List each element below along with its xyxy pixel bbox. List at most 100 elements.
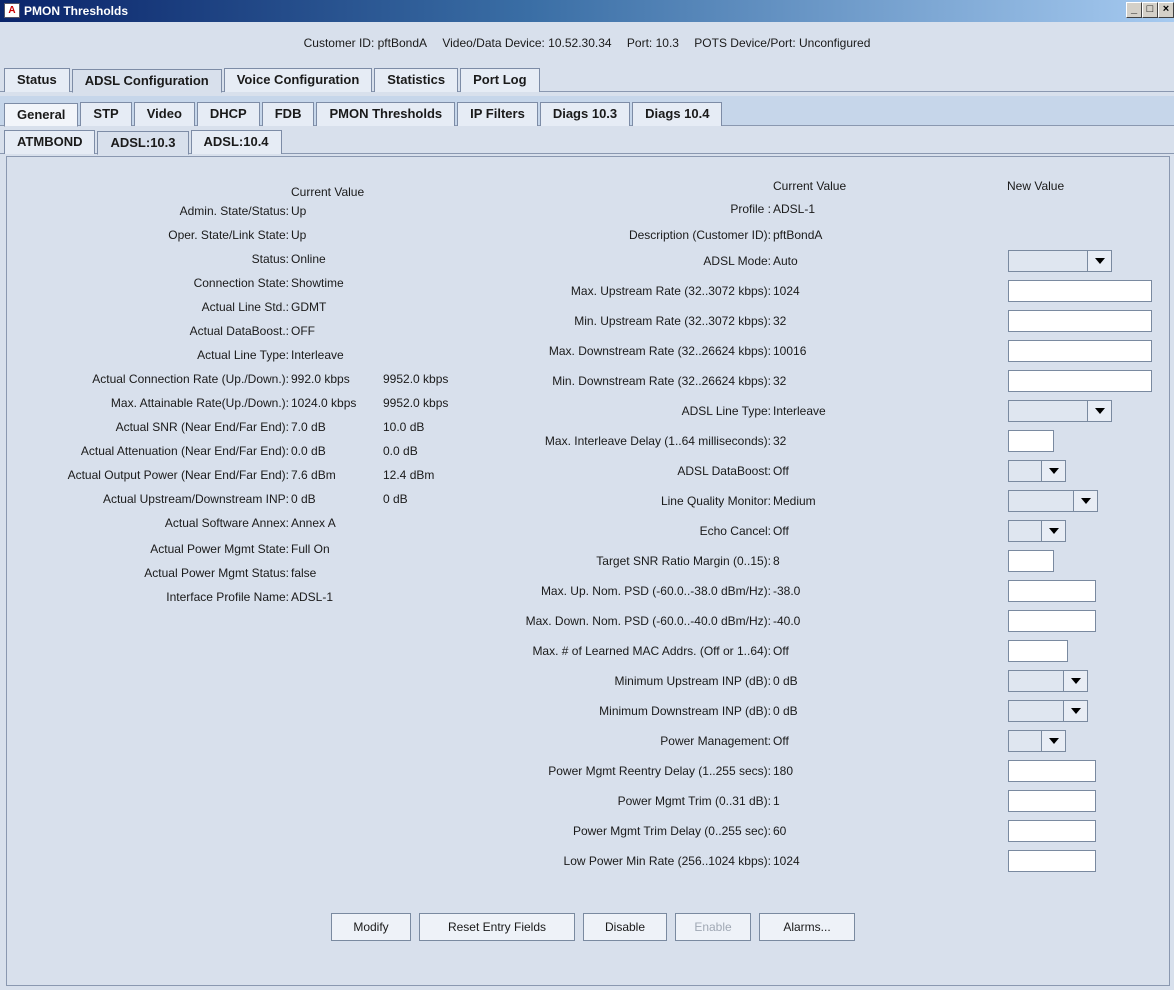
reset-entry-fields-button[interactable]: Reset Entry Fields — [419, 913, 575, 941]
config-label: ADSL DataBoost: — [677, 464, 771, 478]
minimize-button[interactable]: _ — [1126, 2, 1142, 18]
subtab-diags-10-4[interactable]: Diags 10.4 — [632, 102, 723, 126]
subtab-general[interactable]: General — [4, 103, 79, 127]
new-value-input[interactable] — [1008, 610, 1096, 632]
config-current-value: 60 — [773, 824, 787, 838]
config-label: Min. Downstream Rate (32..26624 kbps): — [552, 374, 771, 388]
config-current-value: 32 — [773, 314, 787, 328]
config-label: ADSL Line Type: — [681, 404, 771, 418]
chevron-down-icon[interactable] — [1063, 671, 1087, 691]
port-tab-adsl-10-3[interactable]: ADSL:10.3 — [97, 131, 189, 155]
chevron-down-icon[interactable] — [1063, 701, 1087, 721]
new-value-dropdown[interactable] — [1008, 400, 1112, 422]
chevron-down-icon[interactable] — [1041, 731, 1065, 751]
alarms-button[interactable]: Alarms... — [759, 913, 855, 941]
enable-button[interactable]: Enable — [675, 913, 751, 941]
tab-voice-configuration[interactable]: Voice Configuration — [223, 68, 373, 92]
subtab-ip-filters[interactable]: IP Filters — [457, 102, 538, 126]
new-value-dropdown[interactable] — [1008, 490, 1098, 512]
config-row: Max. Downstream Rate (32..26624 kbps): — [427, 341, 771, 361]
subtab-stp[interactable]: STP — [80, 102, 132, 126]
new-value-input[interactable] — [1008, 640, 1068, 662]
new-value-dropdown[interactable] — [1008, 460, 1066, 482]
status-row: Actual Line Std.: — [7, 297, 289, 317]
status-row: Actual Output Power (Near End/Far End): — [7, 465, 289, 485]
config-current-value: ADSL-1 — [773, 202, 816, 216]
new-value-dropdown[interactable] — [1008, 670, 1088, 692]
chevron-down-icon[interactable] — [1041, 521, 1065, 541]
config-row: Minimum Upstream INP (dB): — [427, 671, 771, 691]
tab-statistics[interactable]: Statistics — [374, 68, 459, 92]
new-value-input[interactable] — [1008, 760, 1096, 782]
config-row: Description (Customer ID): — [427, 225, 771, 245]
config-current-value: Auto — [773, 254, 798, 268]
modify-button[interactable]: Modify — [331, 913, 411, 941]
config-current-value: -40.0 — [773, 614, 801, 628]
status-label: Actual Power Mgmt State: — [150, 542, 289, 556]
config-label: Target SNR Ratio Margin (0..15): — [596, 554, 771, 568]
new-value-input[interactable] — [1008, 550, 1054, 572]
port-tab-atmbond[interactable]: ATMBOND — [4, 130, 96, 154]
config-current-value: 1024 — [773, 854, 800, 868]
config-current-value: 32 — [773, 374, 787, 388]
tab-port-log[interactable]: Port Log — [460, 68, 540, 92]
new-value-input[interactable] — [1008, 820, 1096, 842]
close-button[interactable]: × — [1158, 2, 1174, 18]
status-label: Actual Line Type: — [197, 348, 289, 362]
new-value-input[interactable] — [1008, 580, 1096, 602]
status-label: Actual SNR (Near End/Far End): — [115, 420, 289, 434]
subtab-pmon-thresholds[interactable]: PMON Thresholds — [316, 102, 456, 126]
new-value-input[interactable] — [1008, 310, 1152, 332]
new-value-dropdown[interactable] — [1008, 520, 1066, 542]
chevron-down-icon[interactable] — [1087, 251, 1111, 271]
new-value-input[interactable] — [1008, 430, 1054, 452]
config-row: Max. # of Learned MAC Addrs. (Off or 1..… — [427, 641, 771, 661]
config-label: Max. Up. Nom. PSD (-60.0..-38.0 dBm/Hz): — [540, 584, 771, 598]
status-row: Actual Software Annex: — [7, 513, 289, 533]
chevron-down-icon[interactable] — [1087, 401, 1111, 421]
new-value-dropdown[interactable] — [1008, 250, 1112, 272]
tab-status[interactable]: Status — [4, 68, 70, 92]
adsl-config-panel: Current Value Admin. State/Status: Up Oper… — [6, 156, 1170, 986]
status-label: Actual Upstream/Downstream INP: — [102, 492, 289, 506]
config-current-value: 180 — [773, 764, 794, 778]
status-row: Actual Line Type: — [7, 345, 289, 365]
config-label: Min. Upstream Rate (32..3072 kbps): — [574, 314, 771, 328]
new-value-input[interactable] — [1008, 340, 1152, 362]
status-value: 7.6 dBm — [291, 468, 336, 482]
disable-button[interactable]: Disable — [583, 913, 667, 941]
config-label: Max. Interleave Delay (1..64 millisecond… — [544, 434, 771, 448]
tab-adsl-configuration[interactable]: ADSL Configuration — [71, 69, 222, 93]
config-label: Power Mgmt Trim Delay (0..255 sec): — [572, 824, 771, 838]
status-value: 1024.0 kbps — [291, 396, 357, 410]
new-value-input[interactable] — [1008, 850, 1096, 872]
pots-info: POTS Device/Port: Unconfigured — [694, 36, 871, 50]
port-tab-adsl-10-4[interactable]: ADSL:10.4 — [190, 130, 282, 154]
maximize-button[interactable]: □ — [1142, 2, 1158, 18]
subtab-fdb[interactable]: FDB — [261, 102, 315, 126]
status-label: Actual Connection Rate (Up./Down.): — [92, 372, 289, 386]
new-value-input[interactable] — [1008, 280, 1152, 302]
new-value-dropdown[interactable] — [1008, 700, 1088, 722]
action-button-bar: Modify Reset Entry Fields Disable Enable Ala… — [331, 913, 871, 943]
status-value: Online — [291, 252, 326, 266]
new-value-input[interactable] — [1008, 790, 1096, 812]
new-value-dropdown[interactable] — [1008, 730, 1066, 752]
status-label: Status: — [251, 252, 289, 266]
port-tab-bar: ATMBOND ADSL:10.3 ADSL:10.4 — [0, 128, 1174, 155]
status-row: Oper. State/Link State: — [7, 225, 289, 245]
chevron-down-icon[interactable] — [1073, 491, 1097, 511]
config-label: Power Mgmt Reentry Delay (1..255 secs): — [548, 764, 771, 778]
new-value-input[interactable] — [1008, 370, 1152, 392]
config-row: Power Mgmt Trim (0..31 dB): — [427, 791, 771, 811]
config-row: Power Mgmt Reentry Delay (1..255 secs): — [427, 761, 771, 781]
config-row: Echo Cancel: — [427, 521, 771, 541]
status-value-secondary: 10.0 dB — [383, 420, 425, 434]
config-current-value: pftBondA — [773, 228, 823, 242]
subtab-video[interactable]: Video — [133, 102, 195, 126]
subtab-dhcp[interactable]: DHCP — [196, 102, 260, 126]
chevron-down-icon[interactable] — [1041, 461, 1065, 481]
subtab-diags-10-3[interactable]: Diags 10.3 — [539, 102, 631, 126]
config-current-value: 0 dB — [773, 704, 798, 718]
app-icon: A — [4, 3, 20, 18]
